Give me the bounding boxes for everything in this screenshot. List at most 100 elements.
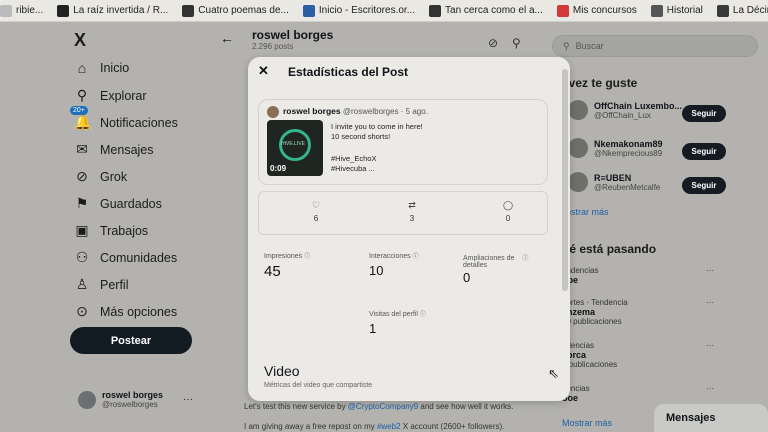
detail-expands-metric: Ampliaciones de ⓘ detalles 0 [463, 253, 541, 285]
modal-scrollbar[interactable] [562, 69, 568, 291]
feed-text: Let's test this new service by [244, 402, 348, 411]
feed-link[interactable]: @CryptoCompany9 [348, 402, 418, 411]
profile-switcher[interactable]: roswel borges @roswelborges ··· [78, 390, 193, 409]
trend-item[interactable]: ndencias llorca 5 publicaciones ··· [562, 341, 714, 369]
follow-suggestion[interactable]: Nkemakonam89 @Nkemprecious89 [568, 138, 663, 158]
trends-title: ué está pasando [562, 242, 657, 256]
detail-expands-value: 0 [463, 270, 471, 285]
show-more-link[interactable]: ostrar más [566, 207, 609, 217]
sidebar-item-guardados[interactable]: ⚑ Guardados [74, 195, 162, 212]
bookmark-favicon-icon [182, 4, 195, 17]
info-icon[interactable]: ⓘ [522, 256, 528, 262]
sidebar-item-grok[interactable]: ⊘ Grok [74, 168, 127, 185]
sidebar-item-notificaciones[interactable]: 🔔 20+ Notificaciones [70, 106, 178, 131]
bookmark-item[interactable]: Inicio - Escritores.or... [302, 4, 416, 17]
sidebar-item-label: Perfil [100, 277, 129, 292]
bookmark-item[interactable]: Tan cerca como el a... [429, 4, 543, 17]
info-icon[interactable]: ⓘ [304, 254, 310, 260]
profile-visits-metric: Visitas del perfil ⓘ 1 [369, 309, 426, 336]
bookmark-item[interactable]: Historial [650, 4, 703, 17]
bookmark-label: Historial [666, 5, 703, 16]
search-icon[interactable]: ⚲ [512, 36, 521, 50]
more-dots-icon[interactable]: ··· [706, 341, 714, 350]
search-icon: ⚲ [563, 40, 570, 51]
trend-post-count: 90 publicaciones [562, 317, 622, 326]
info-icon[interactable]: ⓘ [413, 254, 419, 260]
bookmark-item[interactable]: Mis concursos [556, 4, 637, 17]
trend-context: portes · Tendencia [562, 298, 628, 307]
profile-name: roswel borges [102, 390, 164, 400]
sidebar-item-label: Guardados [100, 196, 162, 211]
search-placeholder: Buscar [575, 41, 604, 51]
messages-drawer[interactable]: Mensajes [654, 404, 768, 432]
likes-count: 6 [313, 214, 319, 223]
grok-icon[interactable]: ⊘ [488, 36, 498, 50]
suggestion-name: Nkemakonam89 [594, 138, 663, 149]
x-logo-icon[interactable]: X [74, 30, 86, 51]
bookmark-label: Inicio - Escritores.or... [318, 5, 416, 16]
interactions-value: 10 [369, 263, 384, 278]
person-icon: ♙ [75, 276, 89, 292]
likes-stat[interactable]: ♡ 6 [301, 200, 331, 223]
replies-stat[interactable]: ◯ 0 [493, 200, 523, 223]
engagement-box: ♡ 6 ⇄ 3 ◯ 0 [258, 191, 548, 235]
mouse-cursor-icon: ⇖ [548, 366, 559, 381]
sidebar-item-más-opciones[interactable]: ⊙ Más opciones [74, 303, 177, 320]
follow-button[interactable]: Seguir [682, 177, 726, 194]
back-arrow-icon[interactable]: ← [220, 30, 234, 46]
interactions-label: Interacciones [369, 253, 411, 260]
more-dots-icon[interactable]: ··· [706, 298, 714, 307]
profile-visits-label: Visitas del perfil [369, 311, 418, 318]
sidebar-item-perfil[interactable]: ♙ Perfil [74, 276, 129, 293]
follow-button[interactable]: Seguir [682, 105, 726, 122]
detail-expands-label-2: detalles [463, 262, 488, 269]
show-more-trends-link[interactable]: Mostrar más [562, 418, 612, 428]
post-author-line: roswel borges @roswelborges · 5 ago. [283, 106, 428, 116]
feed-link[interactable]: #web2 [377, 422, 401, 431]
follow-button[interactable]: Seguir [682, 143, 726, 160]
bookmark-item[interactable]: La Décima y sus var... [716, 4, 768, 17]
post-text-line: #Hive_EchoX [331, 154, 377, 163]
sidebar-item-trabajos[interactable]: ▣ Trabajos [74, 222, 148, 239]
info-icon[interactable]: ⓘ [420, 312, 426, 318]
heart-icon: ♡ [311, 200, 321, 210]
bookmark-item[interactable]: La raíz invertida / R... [57, 4, 168, 17]
bookmark-favicon-icon [57, 4, 70, 17]
bookmark-favicon-icon [556, 4, 569, 17]
close-icon[interactable]: ✕ [258, 63, 269, 79]
post-preview-card[interactable]: roswel borges @roswelborges · 5 ago. HIV… [258, 99, 548, 185]
bookmark-label: ribie... [16, 5, 44, 16]
avatar [568, 172, 588, 192]
sidebar-item-label: Explorar [100, 88, 147, 103]
more-dots-icon[interactable]: ··· [706, 266, 714, 275]
feed-text: I am giving away a free repost on my [244, 422, 377, 431]
people-icon: ⚇ [75, 249, 89, 265]
video-section-subtitle: Métricas del video que compartiste [264, 382, 373, 389]
post-text-line: I invite you to come in here! [331, 122, 423, 131]
bookmark-item[interactable]: Cuatro poemas de... [182, 4, 289, 17]
more-dots-icon[interactable]: ··· [706, 384, 714, 393]
video-duration: 0:09 [270, 164, 287, 173]
suggestion-name: R≡UBEN [594, 172, 632, 183]
follow-suggestion[interactable]: R≡UBEN @ReubenMetcalfe [568, 172, 660, 192]
bookmark-item[interactable]: ribie... [0, 4, 44, 17]
sidebar-item-explorar[interactable]: ⚲ Explorar [74, 87, 147, 104]
trend-item[interactable]: portes · Tendencia anzema 90 publicaciones… [562, 298, 714, 326]
reposts-stat[interactable]: ⇄ 3 [397, 200, 427, 223]
sidebar-item-comunidades[interactable]: ⚇ Comunidades [74, 249, 177, 266]
bookmark-favicon-icon [302, 4, 315, 17]
post-button[interactable]: Postear [70, 327, 192, 354]
suggestion-handle: @OffChain_Lux [594, 110, 651, 120]
impressions-metric: Impresiones ⓘ 45 [264, 251, 310, 280]
bell-icon: 🔔 20+ [70, 106, 91, 131]
search-input[interactable]: ⚲ Buscar [552, 35, 758, 57]
sidebar-item-inicio[interactable]: ⌂ Inicio [74, 60, 129, 76]
follow-suggestion[interactable]: OffChain Luxembo... @OffChain_Lux [568, 100, 682, 120]
sidebar-item-label: Inicio [100, 61, 130, 75]
sidebar-item-mensajes[interactable]: ✉ Mensajes [74, 141, 153, 158]
repost-icon: ⇄ [408, 200, 416, 210]
thumbnail-label: HIVE.LIVE [281, 141, 305, 147]
more-dots-icon: ··· [183, 394, 194, 405]
video-thumbnail[interactable]: HIVE.LIVE 0:09 [267, 120, 323, 176]
video-section-title: Video [264, 363, 300, 379]
